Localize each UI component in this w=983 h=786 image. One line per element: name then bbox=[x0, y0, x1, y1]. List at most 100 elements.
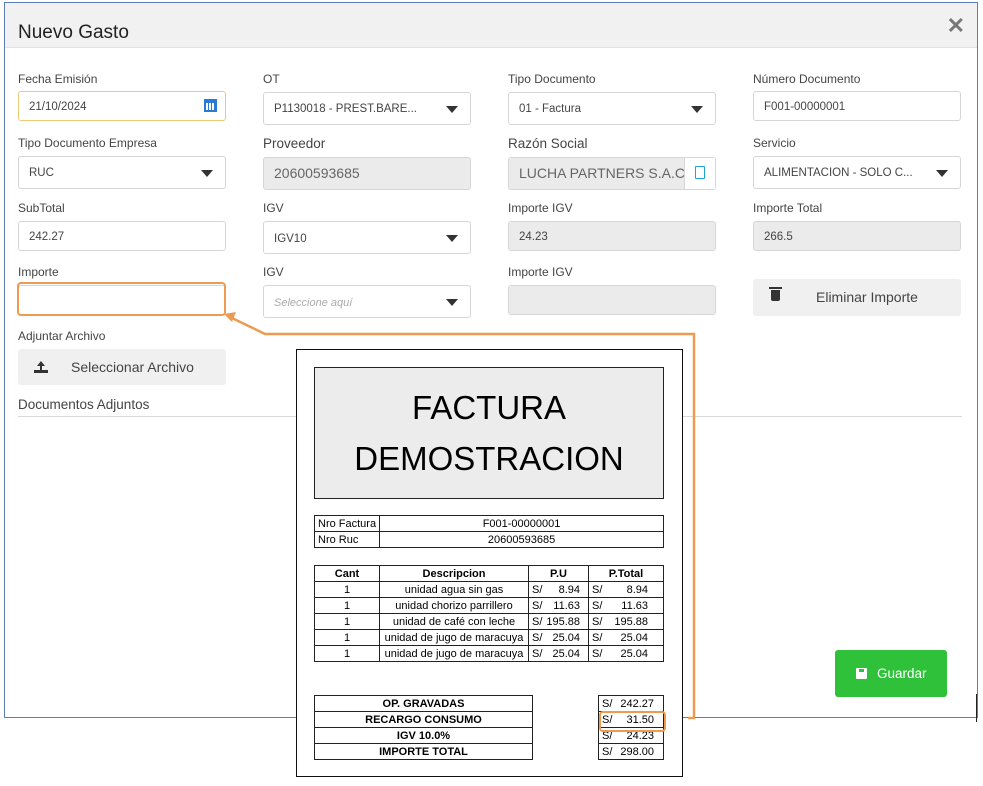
importe-total-value: 266.5 bbox=[764, 231, 793, 243]
chevron-down-icon bbox=[936, 170, 948, 177]
summary-value: S/242.27 bbox=[598, 695, 664, 712]
table-header-row: Cant Descripcion P.U P.Total bbox=[314, 565, 664, 582]
upload-icon bbox=[34, 361, 48, 373]
chevron-down-icon bbox=[446, 299, 458, 306]
igv2-placeholder: Seleccione aquí bbox=[274, 297, 353, 309]
tipo-documento-empresa-value: RUC bbox=[29, 167, 54, 179]
summary-label: RECARGO CONSUMO bbox=[314, 711, 533, 728]
chevron-down-icon bbox=[201, 170, 213, 177]
importe-total-input: 266.5 bbox=[753, 221, 961, 251]
item-pu: S/25.04 bbox=[528, 629, 589, 646]
invoice-items: 1 unidad agua sin gas S/8.94 S/8.94 1 unidad … bbox=[314, 581, 664, 662]
item-desc: unidad agua sin gas bbox=[379, 581, 529, 598]
seleccionar-archivo-label: Seleccionar Archivo bbox=[71, 359, 194, 375]
fecha-emision-input[interactable]: 21/10/2024 bbox=[18, 91, 226, 121]
proveedor-label: Proveedor bbox=[263, 136, 326, 151]
item-cant: 1 bbox=[314, 645, 380, 662]
invoice-title-line2: DEMOSTRACION bbox=[354, 440, 624, 477]
chevron-down-icon bbox=[446, 235, 458, 242]
item-desc: unidad de café con leche bbox=[379, 613, 529, 630]
summary-row: OP. GRAVADAS bbox=[314, 695, 533, 712]
item-desc: unidad de jugo de maracuya bbox=[379, 645, 529, 662]
importe-igv2-label: Importe IGV bbox=[508, 265, 573, 279]
subtotal-input[interactable]: 242.27 bbox=[18, 221, 226, 251]
edge-line bbox=[976, 694, 977, 722]
tipo-documento-empresa-select[interactable]: RUC bbox=[18, 156, 226, 189]
table-row: Nro Factura F001-00000001 bbox=[313, 515, 664, 532]
guardar-label: Guardar bbox=[877, 666, 927, 681]
summary-label: IGV 10.0% bbox=[314, 727, 533, 744]
servicio-select[interactable]: ALIMENTACION - SOLO C... bbox=[753, 156, 961, 189]
razon-social-lookup-button[interactable] bbox=[684, 158, 715, 189]
document-icon bbox=[695, 166, 705, 179]
razon-social-label: Razón Social bbox=[508, 136, 588, 151]
recargo-highlight bbox=[599, 711, 666, 732]
chevron-down-icon bbox=[446, 106, 458, 113]
documentos-adjuntos-heading: Documentos Adjuntos bbox=[18, 397, 150, 412]
ot-value: P1130018 - PREST.BARE... bbox=[274, 103, 417, 115]
numero-documento-value: F001-00000001 bbox=[764, 101, 846, 113]
importe-highlight bbox=[17, 282, 226, 316]
summary-row: RECARGO CONSUMO bbox=[314, 711, 533, 728]
eliminar-importe-button[interactable]: Eliminar Importe bbox=[753, 279, 961, 316]
numero-documento-label: Número Documento bbox=[753, 72, 861, 86]
item-cant: 1 bbox=[314, 613, 380, 630]
tipo-documento-select[interactable]: 01 - Factura bbox=[508, 92, 716, 125]
ot-select[interactable]: P1130018 - PREST.BARE... bbox=[263, 92, 471, 125]
item-cant: 1 bbox=[314, 597, 380, 614]
col-pu: P.U bbox=[528, 565, 589, 582]
nro-factura-label: Nro Factura bbox=[313, 515, 381, 532]
igv-value: IGV10 bbox=[274, 233, 307, 245]
item-total: S/25.04 bbox=[588, 645, 664, 662]
summary-label: IMPORTE TOTAL bbox=[314, 743, 533, 760]
invoice-summary-labels: OP. GRAVADAS RECARGO CONSUMO IGV 10.0% IMPO… bbox=[314, 695, 533, 760]
importe-label: Importe bbox=[18, 265, 59, 279]
servicio-label: Servicio bbox=[753, 136, 796, 150]
col-ptotal: P.Total bbox=[588, 565, 664, 582]
invoice-title: FACTURA DEMOSTRACION bbox=[314, 367, 664, 499]
guardar-button[interactable]: Guardar bbox=[835, 650, 947, 697]
seleccionar-archivo-button[interactable]: Seleccionar Archivo bbox=[18, 349, 226, 385]
table-row: 1 unidad de jugo de maracuya S/25.04 S/25.0… bbox=[314, 629, 664, 646]
modal-header: Nuevo Gasto ✕ bbox=[5, 3, 977, 48]
proveedor-value: 20600593685 bbox=[274, 165, 360, 181]
razon-social-input: LUCHA PARTNERS S.A.C bbox=[508, 157, 716, 190]
summary-row: IGV 10.0% bbox=[314, 727, 533, 744]
summary-value: S/298.00 bbox=[598, 743, 664, 760]
table-row: Nro Ruc 20600593685 bbox=[313, 531, 664, 548]
item-pu: S/8.94 bbox=[528, 581, 589, 598]
summary-label: OP. GRAVADAS bbox=[314, 695, 533, 712]
igv-select[interactable]: IGV10 bbox=[263, 221, 471, 254]
igv-label: IGV bbox=[263, 201, 284, 215]
close-icon[interactable]: ✕ bbox=[947, 13, 965, 39]
tipo-documento-label: Tipo Documento bbox=[508, 72, 596, 86]
subtotal-value: 242.27 bbox=[29, 231, 65, 243]
table-row: 1 unidad de jugo de maracuya S/25.04 S/25.0… bbox=[314, 645, 664, 662]
nro-ruc-label: Nro Ruc bbox=[313, 531, 381, 548]
trash-icon bbox=[769, 287, 782, 301]
invoice-header-table: Nro Factura F001-00000001 Nro Ruc 206005… bbox=[313, 515, 664, 548]
item-total: S/8.94 bbox=[588, 581, 664, 598]
ot-label: OT bbox=[263, 72, 280, 86]
numero-documento-input[interactable]: F001-00000001 bbox=[753, 91, 961, 121]
fecha-emision-label: Fecha Emisión bbox=[18, 72, 98, 86]
importe-igv2-input bbox=[508, 285, 716, 315]
item-pu: S/11.63 bbox=[528, 597, 589, 614]
summary-row: S/298.00 bbox=[598, 743, 664, 760]
igv2-label: IGV bbox=[263, 265, 284, 279]
modal-title: Nuevo Gasto bbox=[18, 22, 129, 43]
tipo-documento-empresa-label: Tipo Documento Empresa bbox=[18, 136, 157, 150]
item-cant: 1 bbox=[314, 629, 380, 646]
razon-social-value: LUCHA PARTNERS S.A.C bbox=[519, 165, 685, 181]
eliminar-importe-label: Eliminar Importe bbox=[816, 289, 918, 305]
item-desc: unidad de jugo de maracuya bbox=[379, 629, 529, 646]
table-row: 1 unidad de café con leche S/195.88 S/195.8… bbox=[314, 613, 664, 630]
proveedor-input: 20600593685 bbox=[263, 157, 471, 190]
summary-row: IMPORTE TOTAL bbox=[314, 743, 533, 760]
nro-ruc-value: 20600593685 bbox=[379, 531, 664, 548]
igv2-select[interactable]: Seleccione aquí bbox=[263, 285, 471, 318]
chevron-down-icon bbox=[691, 106, 703, 113]
calendar-icon[interactable] bbox=[204, 99, 217, 112]
importe-igv-input: 24.23 bbox=[508, 221, 716, 251]
importe-igv-value: 24.23 bbox=[519, 231, 548, 243]
